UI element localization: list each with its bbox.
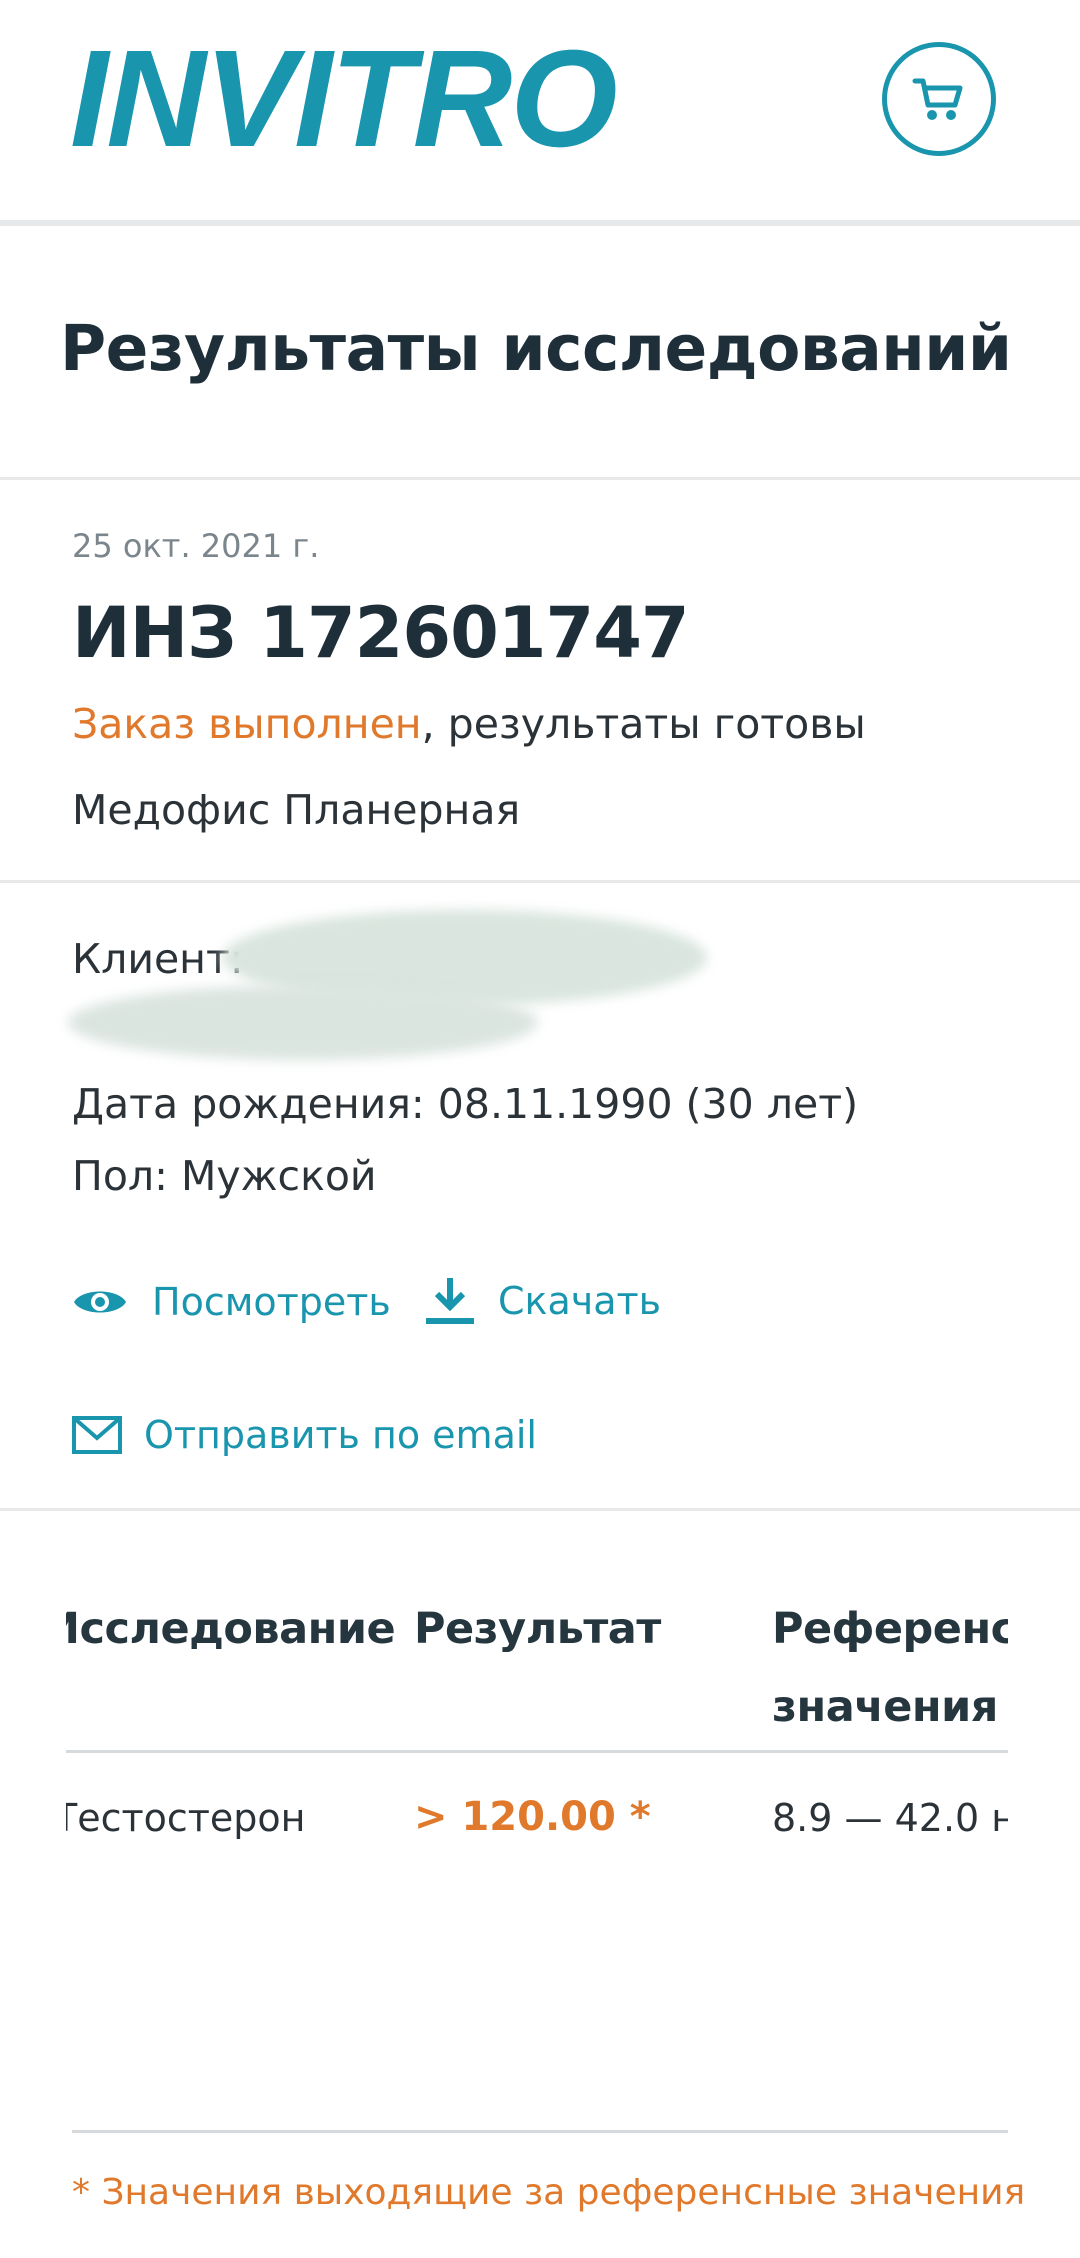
results-table[interactable]: Исследование Результат Референсные значе… [66, 1560, 1008, 1890]
client-label: Клиент: [72, 935, 244, 983]
header-test: Исследование [66, 1604, 396, 1654]
birth-date: Дата рождения: 08.11.1990 (30 лет) [72, 1080, 859, 1128]
header-result: Результат [414, 1604, 661, 1654]
cell-test: Тестостерон [66, 1796, 306, 1840]
section-divider [0, 880, 1080, 883]
order-id: ИНЗ 172601747 [72, 592, 690, 674]
eye-icon [74, 1291, 126, 1313]
order-date: 25 окт. 2021 г. [72, 527, 320, 565]
header: INVITRO [0, 0, 1080, 222]
cell-result: > 120.00 * [414, 1794, 651, 1840]
footnote-divider [72, 2130, 1008, 2133]
section-divider [0, 1508, 1080, 1511]
page-title: Результаты исследований [60, 312, 1012, 385]
order-status: Заказ выполнен, результаты готовы [72, 700, 866, 748]
header-reference: Референсные значения [772, 1604, 1008, 1732]
order-status-rest: , результаты готовы [421, 700, 866, 748]
email-button[interactable]: Отправить по email [72, 1413, 537, 1457]
invitro-logo[interactable]: INVITRO [70, 30, 618, 168]
header-divider [0, 220, 1080, 226]
order-status-accent: Заказ выполнен [72, 700, 422, 748]
download-label: Скачать [498, 1279, 662, 1323]
view-label: Посмотреть [152, 1280, 391, 1324]
office-name: Медофис Планерная [72, 786, 521, 834]
cell-reference: 8.9 — 42.0 нмоль/л [772, 1796, 1008, 1840]
table-header-divider [66, 1750, 1008, 1753]
footnote: * Значения выходящие за референсные знач… [72, 2172, 1026, 2213]
cart-button[interactable] [882, 42, 996, 156]
cart-icon [912, 78, 963, 120]
redacted-client-name-line2 [68, 985, 538, 1060]
download-icon [426, 1278, 474, 1324]
section-divider [0, 477, 1080, 480]
gender: Пол: Мужской [72, 1152, 377, 1200]
envelope-icon [72, 1416, 122, 1454]
view-button[interactable]: Посмотреть [72, 1280, 391, 1324]
email-label: Отправить по email [144, 1413, 537, 1457]
download-button[interactable]: Скачать [424, 1276, 661, 1326]
